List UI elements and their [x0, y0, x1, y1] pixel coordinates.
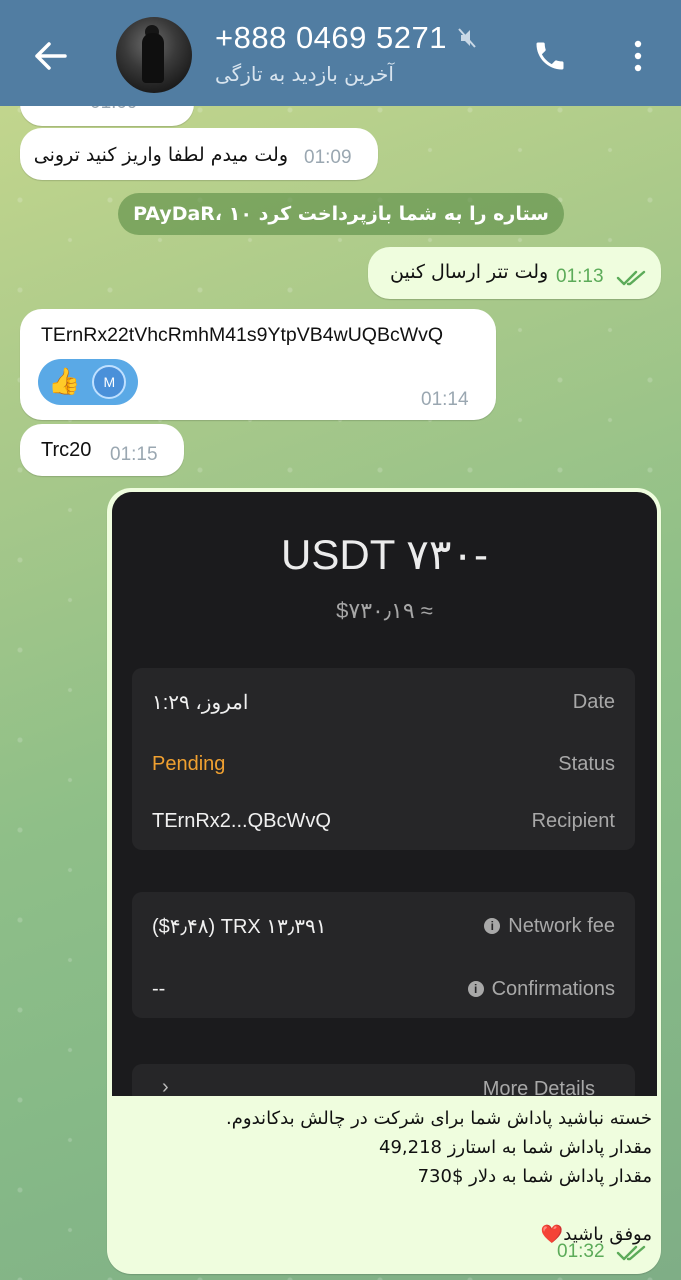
contact-name: +888 0469 5271	[215, 20, 447, 55]
detail-row-recipient: TErnRx2...QBcWvQ Recipient	[132, 801, 635, 841]
info-icon: i	[484, 918, 501, 934]
more-menu-button[interactable]	[618, 32, 658, 80]
back-button[interactable]	[24, 30, 76, 82]
call-button[interactable]	[526, 32, 574, 80]
detail-label: Recipient	[531, 809, 615, 832]
message-caption: خسته نباشید پاداش شما برای شرکت در چالش …	[120, 1104, 652, 1249]
detail-row-status: Pending Status	[132, 744, 635, 784]
transaction-amount-usd: $۷۳۰٫۱۹ ≈	[336, 598, 433, 623]
service-message: PAyDaR، ۱۰ ستاره را به شما بازپرداخت کرد	[118, 193, 564, 235]
details-panel: امروز، ۱:۲۹ Date Pending Status TErnRx2.…	[132, 668, 635, 850]
message-time: 01:13	[556, 266, 604, 287]
detail-label: Network fee	[508, 914, 615, 937]
message-text: Trc20	[41, 439, 92, 461]
message-text: TErnRx22tVhcRmhM41s9YtpVB4wUQBcWvQ	[41, 324, 444, 346]
caption-line: خسته نباشید پاداش شما برای شرکت در چالش …	[226, 1108, 652, 1129]
message-bubble[interactable]: Trc20 01:15	[20, 424, 184, 476]
more-vert-icon	[634, 40, 642, 72]
reaction-chip[interactable]: 👍 M	[38, 359, 138, 405]
chat-header: +888 0469 5271 آخرین بازدید به تازگی	[0, 0, 681, 106]
detail-value: TErnRx2...QBcWvQ	[152, 809, 331, 832]
chat-title[interactable]: +888 0469 5271 آخرین بازدید به تازگی	[215, 20, 477, 86]
chevron-icon: ›	[162, 1076, 169, 1096]
detail-row-network-fee: ($۴٫۴۸) TRX ۱۳٫۳۹۱ i Network fee	[132, 906, 635, 946]
fee-panel: ($۴٫۴۸) TRX ۱۳٫۳۹۱ i Network fee -- i Conf…	[132, 892, 635, 1018]
message-time: 01:09	[304, 147, 352, 168]
more-details-label: More Details	[482, 1078, 595, 1096]
message-time: 01:32	[557, 1241, 605, 1262]
status-value: Pending	[152, 752, 226, 775]
back-arrow-icon	[35, 42, 67, 70]
phone-icon	[536, 42, 564, 70]
message-text: ولت میدم لطفا واریز کنید ترونی	[33, 144, 288, 166]
caption-line	[120, 1191, 652, 1220]
detail-value: --	[152, 977, 166, 1000]
detail-row-confirmations: -- i Confirmations	[132, 969, 635, 1009]
message-text: ولت تتر ارسال کنین	[390, 261, 549, 283]
detail-label: Date	[572, 690, 615, 713]
caption-line: مقدار پاداش شما به استارز 49,218	[379, 1137, 652, 1158]
caption-line: مقدار پاداش شما به دلار $730	[417, 1166, 652, 1187]
message-time: 01:14	[421, 389, 469, 410]
message-bubble-outgoing[interactable]: ولت تتر ارسال کنین 01:13	[368, 247, 661, 299]
thumbs-up-icon: 👍	[48, 367, 81, 397]
message-bubble[interactable]: ولت میدم لطفا واریز کنید ترونی 01:09	[20, 128, 378, 180]
detail-value: ($۴٫۴۸) TRX ۱۳٫۳۹۱	[152, 915, 327, 938]
more-details-row[interactable]: › More Details	[132, 1064, 635, 1096]
detail-value: امروز، ۱:۲۹	[152, 691, 249, 714]
last-seen-status: آخرین بازدید به تازگی	[215, 62, 394, 86]
transaction-amount: USDT ۷۳۰-	[281, 531, 488, 578]
double-check-icon	[616, 1245, 646, 1261]
detail-label: Status	[558, 752, 615, 775]
muted-icon	[458, 28, 476, 48]
reaction-avatar: M	[92, 365, 127, 399]
double-check-icon	[616, 270, 646, 286]
message-time: 01:15	[110, 444, 158, 465]
avatar[interactable]	[116, 17, 192, 93]
transaction-screenshot[interactable]: USDT ۷۳۰- $۷۳۰٫۱۹ ≈ امروز، ۱:۲۹ Date Pen…	[112, 492, 657, 1096]
info-icon: i	[467, 981, 484, 997]
detail-row-date: امروز، ۱:۲۹ Date	[132, 682, 635, 722]
detail-label: Confirmations	[491, 977, 615, 1000]
